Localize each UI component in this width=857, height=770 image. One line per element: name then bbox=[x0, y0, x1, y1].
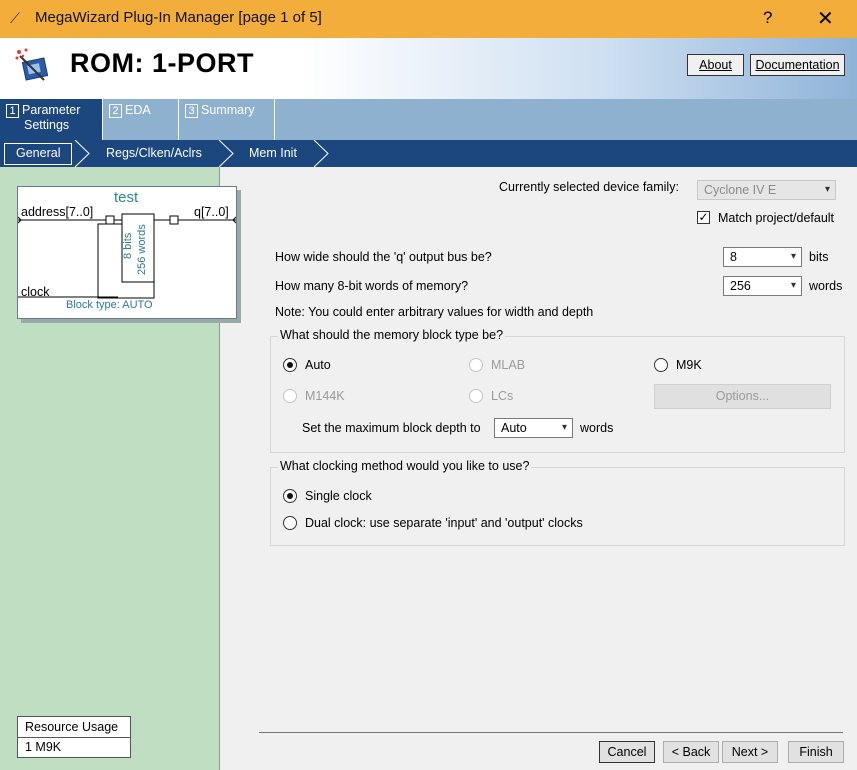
radio-mlab[interactable] bbox=[469, 358, 483, 372]
tab-label: Summary bbox=[201, 103, 255, 117]
tab-number: 2 bbox=[109, 104, 122, 118]
clocking-legend: What clocking method would you like to u… bbox=[278, 459, 532, 473]
device-family-value: Cyclone IV E bbox=[704, 183, 777, 197]
width-unit: bits bbox=[809, 250, 829, 264]
tab-number: 3 bbox=[185, 104, 198, 118]
chevron-down-icon: ▾ bbox=[790, 280, 796, 291]
options-button[interactable]: Options... bbox=[654, 384, 831, 409]
chevron-right-icon bbox=[74, 140, 90, 167]
radio-auto-label: Auto bbox=[305, 358, 331, 372]
memory-block-legend: What should the memory block type be? bbox=[278, 328, 506, 342]
chevron-down-icon: ▾ bbox=[824, 184, 830, 195]
block-type-label: Block type: AUTO bbox=[66, 299, 153, 311]
chevron-down-icon: ▾ bbox=[561, 422, 567, 433]
about-button[interactable]: About bbox=[687, 54, 744, 76]
depth-value: 256 bbox=[730, 279, 751, 293]
title-bar: ⟋ MegaWizard Plug-In Manager [page 1 of … bbox=[0, 0, 857, 38]
wand-icon: ⟋ bbox=[10, 10, 20, 26]
radio-lcs[interactable] bbox=[469, 389, 483, 403]
width-select[interactable]: 8 ▾ bbox=[723, 247, 802, 267]
max-depth-value: Auto bbox=[501, 421, 527, 435]
chevron-right-icon bbox=[218, 140, 234, 167]
max-depth-label: Set the maximum block depth to bbox=[302, 421, 481, 435]
radio-m144k[interactable] bbox=[283, 389, 297, 403]
note-text: Note: You could enter arbitrary values f… bbox=[275, 305, 594, 319]
match-project-checkbox[interactable]: ✓ bbox=[697, 211, 710, 224]
resource-usage-value: 1 M9K bbox=[25, 740, 62, 754]
clock-port: clock bbox=[21, 285, 50, 299]
tab-parameter-settings[interactable]: 1 Parameter Settings bbox=[0, 99, 103, 140]
radio-single-clock[interactable] bbox=[283, 489, 297, 503]
address-port: address[7..0] bbox=[21, 205, 94, 219]
max-depth-select[interactable]: Auto ▾ bbox=[494, 418, 573, 438]
cancel-button[interactable]: Cancel bbox=[599, 741, 655, 763]
bits-label: 8 bits bbox=[122, 232, 134, 259]
page-title: ROM: 1-PORT bbox=[70, 48, 254, 78]
q-port: q[7..0] bbox=[194, 205, 229, 219]
device-family-select[interactable]: Cyclone IV E ▾ bbox=[697, 180, 836, 200]
tab-label: Parameter bbox=[22, 103, 81, 117]
footer-divider bbox=[259, 732, 843, 733]
window-title: MegaWizard Plug-In Manager [page 1 of 5] bbox=[35, 9, 322, 26]
match-project-label: Match project/default bbox=[718, 211, 835, 225]
subnav-regs-clken-aclrs[interactable]: Regs/Clken/Aclrs bbox=[106, 140, 202, 167]
radio-dual-clock[interactable] bbox=[283, 516, 297, 530]
max-depth-unit: words bbox=[580, 421, 614, 435]
words-label: 256 words bbox=[136, 224, 148, 275]
depth-select[interactable]: 256 ▾ bbox=[723, 276, 802, 296]
sub-navigation: General Regs/Clken/Aclrs Mem Init bbox=[0, 140, 857, 167]
close-button[interactable]: ✕ bbox=[817, 6, 834, 31]
chip-wand-icon bbox=[15, 48, 49, 81]
radio-m9k[interactable] bbox=[654, 358, 668, 372]
subnav-general[interactable]: General bbox=[16, 140, 60, 167]
radio-lcs-label: LCs bbox=[491, 389, 514, 403]
tab-eda[interactable]: 2 EDA bbox=[103, 99, 179, 140]
chevron-down-icon: ▾ bbox=[790, 251, 796, 262]
tab-label-line2: Settings bbox=[24, 118, 70, 132]
subnav-mem-init[interactable]: Mem Init bbox=[249, 140, 297, 167]
back-button[interactable]: < Back bbox=[663, 741, 719, 763]
chevron-right-icon bbox=[313, 140, 329, 167]
tab-label: EDA bbox=[125, 103, 151, 117]
block-symbol: test address[7..0] q[7..0] clock 8 bits … bbox=[17, 186, 237, 319]
help-button[interactable]: ? bbox=[763, 8, 772, 28]
finish-button[interactable]: Finish bbox=[788, 741, 844, 763]
radio-single-clock-label: Single clock bbox=[305, 489, 372, 503]
width-question: How wide should the 'q' output bus be? bbox=[275, 250, 492, 264]
radio-mlab-label: MLAB bbox=[491, 358, 526, 372]
tab-summary[interactable]: 3 Summary bbox=[179, 99, 275, 140]
device-family-label: Currently selected device family: bbox=[499, 180, 679, 194]
clocking-group bbox=[270, 467, 845, 546]
radio-auto[interactable] bbox=[283, 358, 297, 372]
resource-usage-title: Resource Usage bbox=[18, 717, 130, 738]
tab-number: 1 bbox=[6, 104, 19, 118]
width-value: 8 bbox=[730, 250, 737, 264]
radio-m144k-label: M144K bbox=[305, 389, 345, 403]
documentation-button[interactable]: Documentation bbox=[750, 54, 845, 76]
tab-bar: 1 Parameter Settings 2 EDA 3 Summary bbox=[0, 99, 857, 140]
resource-usage-box: Resource Usage 1 M9K bbox=[17, 716, 131, 758]
depth-question: How many 8-bit words of memory? bbox=[275, 279, 469, 293]
next-button[interactable]: Next > bbox=[722, 741, 778, 763]
wizard-header: ROM: 1-PORT About Documentation bbox=[0, 38, 857, 100]
depth-unit: words bbox=[809, 279, 843, 293]
radio-m9k-label: M9K bbox=[676, 358, 702, 372]
radio-dual-clock-label: Dual clock: use separate 'input' and 'ou… bbox=[305, 516, 583, 530]
